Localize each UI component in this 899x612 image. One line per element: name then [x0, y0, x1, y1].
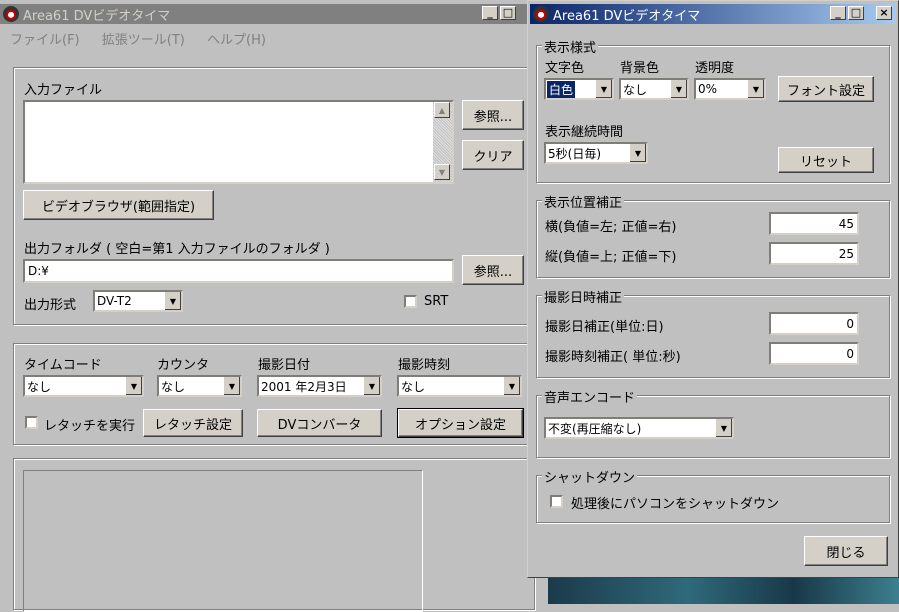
text-color-select[interactable]: 白色 ▼	[544, 78, 614, 100]
scroll-up-icon[interactable]: ▲	[434, 102, 450, 118]
video-background	[548, 578, 899, 604]
input-file-label: 入力ファイル	[24, 83, 103, 98]
timecode-label: タイムコード	[24, 358, 102, 373]
display-style-group-label: 表示様式	[542, 37, 599, 56]
input-file-list[interactable]	[23, 100, 454, 184]
opacity-value: 0%	[698, 82, 718, 96]
app-icon	[533, 6, 549, 22]
opacity-select[interactable]: 0% ▼	[694, 78, 766, 100]
close-button[interactable]: 閉じる	[804, 536, 888, 566]
duration-label: 表示継続時間	[545, 125, 624, 140]
minimize-icon[interactable]: _	[482, 6, 498, 20]
shoot-date-label: 撮影日付	[258, 358, 311, 373]
chevron-down-icon[interactable]: ▼	[629, 144, 646, 162]
reset-button[interactable]: リセット	[778, 147, 874, 173]
horizontal-label: 横(負値=左; 正値=右)	[545, 220, 677, 235]
audio-encode-select[interactable]: 不変(再圧縮なし) ▼	[544, 417, 734, 439]
chevron-down-icon[interactable]: ▼	[363, 377, 380, 395]
retouch-settings-button[interactable]: レタッチ設定	[143, 409, 243, 437]
output-folder-label: 出力フォルダ ( 空白=第1 入力ファイルのフォルダ )	[24, 242, 330, 257]
main-window-title: Area61 DVビデオタイマ	[23, 8, 171, 24]
srt-checkbox[interactable]	[404, 295, 417, 308]
video-background-divider	[540, 578, 548, 604]
srt-label: SRT	[424, 294, 449, 309]
main-menubar: ファイル(F) 拡張ツール(T) ヘルプ(H)	[10, 29, 284, 48]
shutdown-group-label: シャットダウン	[542, 467, 638, 486]
options-dialog: Area61 DVビデオタイマ _ □ × 表示様式 文字色 背景色 透明度 白…	[527, 0, 899, 578]
input-browse-button[interactable]: 参照...	[462, 100, 524, 130]
menu-tools[interactable]: 拡張ツール(T)	[102, 33, 185, 48]
output-folder-input[interactable]: D:¥	[23, 259, 454, 283]
chevron-down-icon[interactable]: ▼	[223, 377, 240, 395]
shoot-time-label: 撮影時刻	[398, 358, 451, 373]
clear-button[interactable]: クリア	[462, 140, 524, 170]
maximize-icon[interactable]: □	[848, 6, 864, 20]
main-titlebar[interactable]: Area61 DVビデオタイマ _ □	[0, 4, 527, 24]
chevron-down-icon[interactable]: ▼	[747, 80, 764, 98]
chevron-down-icon[interactable]: ▼	[670, 80, 687, 98]
date-offset-label: 撮影日補正(単位:日)	[545, 320, 664, 335]
main-window: Area61 DVビデオタイマ _ □ ファイル(F) 拡張ツール(T) ヘルプ…	[0, 0, 540, 612]
shoot-date-value: 2001 年2月3日	[261, 379, 347, 394]
dialog-title: Area61 DVビデオタイマ	[553, 8, 701, 24]
output-format-select[interactable]: DV-T2 ▼	[93, 290, 183, 312]
chevron-down-icon[interactable]: ▼	[125, 377, 142, 395]
retouch-run-checkbox[interactable]	[25, 416, 38, 429]
audio-group-label: 音声エンコード	[542, 387, 638, 406]
counter-select[interactable]: なし ▼	[157, 375, 242, 397]
close-icon[interactable]: ×	[876, 6, 892, 20]
output-browse-button[interactable]: 参照...	[462, 255, 524, 285]
maximize-icon[interactable]: □	[500, 6, 516, 20]
opacity-label: 透明度	[695, 61, 735, 76]
shoot-date-select[interactable]: 2001 年2月3日 ▼	[257, 375, 382, 397]
bg-color-value: なし	[623, 82, 648, 97]
bg-color-select[interactable]: なし ▼	[619, 78, 689, 100]
date-offset-input[interactable]: 0	[769, 312, 859, 335]
option-settings-button[interactable]: オプション設定	[397, 408, 524, 438]
menu-file[interactable]: ファイル(F)	[10, 33, 80, 48]
duration-value: 5秒(日毎)	[548, 146, 601, 161]
chevron-down-icon[interactable]: ▼	[164, 292, 181, 310]
timecode-select[interactable]: なし ▼	[23, 375, 144, 397]
menu-help[interactable]: ヘルプ(H)	[207, 33, 266, 48]
audio-encode-value: 不変(再圧縮なし)	[548, 421, 642, 436]
position-group-label: 表示位置補正	[542, 192, 625, 211]
app-icon	[3, 6, 19, 22]
dialog-titlebar[interactable]: Area61 DVビデオタイマ _ □ ×	[530, 4, 896, 24]
output-format-label: 出力形式	[24, 298, 77, 313]
vertical-input[interactable]: 25	[769, 242, 859, 265]
chevron-down-icon[interactable]: ▼	[503, 377, 520, 395]
output-format-value: DV-T2	[97, 294, 132, 308]
dv-converter-button[interactable]: DVコンバータ	[257, 409, 382, 437]
scroll-down-icon[interactable]: ▼	[434, 164, 450, 180]
counter-value: なし	[161, 379, 186, 394]
shoot-time-value: なし	[401, 379, 426, 394]
time-offset-label: 撮影時刻補正( 単位:秒)	[545, 350, 681, 365]
shutdown-checkbox[interactable]	[550, 495, 563, 508]
minimize-icon[interactable]: _	[830, 6, 846, 20]
chevron-down-icon[interactable]: ▼	[595, 80, 612, 98]
horizontal-input[interactable]: 45	[769, 212, 859, 235]
font-settings-button[interactable]: フォント設定	[778, 76, 874, 102]
datetime-group	[536, 295, 890, 378]
vertical-label: 縦(負値=上; 正値=下)	[545, 250, 677, 265]
text-color-label: 文字色	[545, 61, 585, 76]
retouch-run-label: レタッチを実行	[44, 419, 136, 434]
duration-select[interactable]: 5秒(日毎) ▼	[544, 142, 648, 164]
shoot-time-select[interactable]: なし ▼	[397, 375, 522, 397]
shutdown-checkbox-label: 処理後にパソコンをシャットダウン	[571, 497, 780, 512]
timecode-value: なし	[27, 379, 52, 394]
bg-color-label: 背景色	[620, 61, 660, 76]
preview-area	[23, 470, 423, 612]
time-offset-input[interactable]: 0	[769, 342, 859, 365]
text-color-value: 白色	[547, 80, 576, 98]
video-browser-button[interactable]: ビデオブラウザ(範囲指定)	[23, 190, 214, 220]
datetime-group-label: 撮影日時補正	[542, 287, 625, 306]
counter-label: カウンタ	[157, 358, 210, 373]
chevron-down-icon[interactable]: ▼	[715, 419, 732, 437]
